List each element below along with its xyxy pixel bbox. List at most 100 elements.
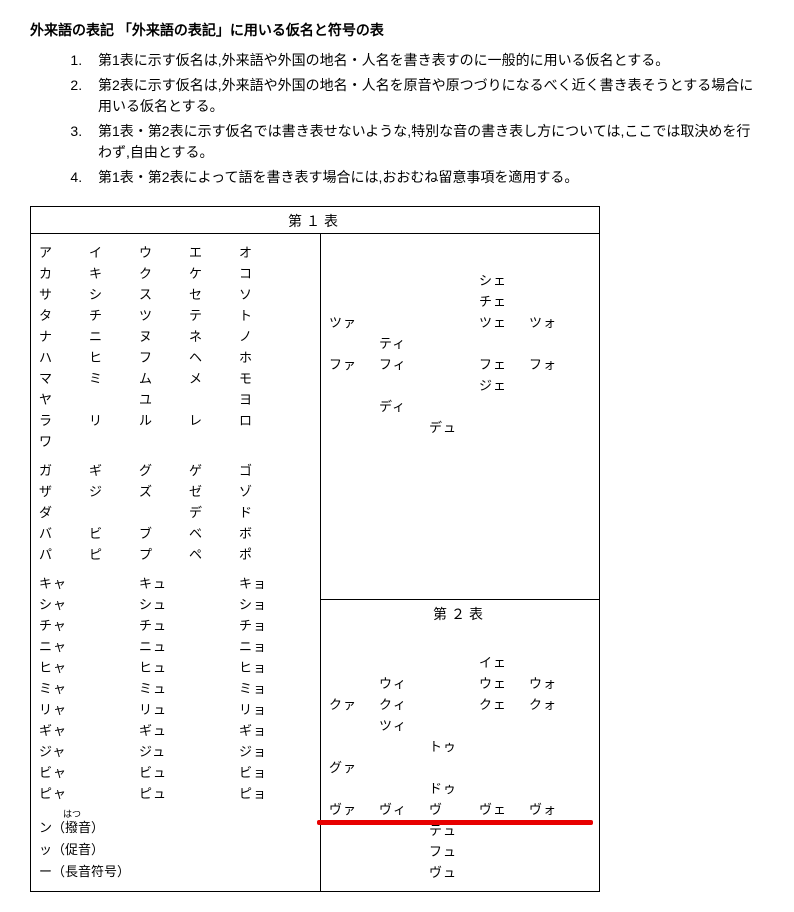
kana-cell: ロ: [239, 410, 283, 429]
kana-cell: [479, 736, 525, 755]
kana-cell: ビュ: [139, 762, 183, 781]
kana-cell: [479, 778, 525, 797]
kana-cell: [429, 694, 475, 713]
red-underline: [317, 820, 593, 825]
kana-cell: [189, 389, 233, 408]
kana-cell: [89, 657, 133, 676]
kana-cell: チェ: [479, 291, 525, 310]
kana-cell: ス: [139, 284, 183, 303]
kana-cell: [379, 312, 425, 331]
kana-cell: ズ: [139, 481, 183, 500]
kana-cell: [429, 652, 475, 671]
note-item: 第1表・第2表に示す仮名では書き表せないような,特別な音の書き表し方については,…: [86, 121, 764, 163]
notes-list: 第1表に示す仮名は,外来語や外国の地名・人名を書き表すのに一般的に用いる仮名とす…: [30, 50, 764, 188]
kana-cell: ピョ: [239, 783, 283, 802]
kana-cell: ザ: [39, 481, 83, 500]
kana-cell: クィ: [379, 694, 425, 713]
kana-cell: [379, 417, 425, 436]
kana-cell: ファ: [329, 354, 375, 373]
kana-cell: [529, 652, 575, 671]
kana-cell: パ: [39, 544, 83, 563]
kana-cell: [529, 757, 575, 776]
table2-section: 第２表 イェ ウィ ウェウォクァクィ クェクォ ツィ トゥ グァ ドゥ ヴァヴィ…: [321, 599, 599, 891]
kana-cell: [329, 270, 375, 289]
kana-cell: ジュ: [139, 741, 183, 760]
kana-cell: ギュ: [139, 720, 183, 739]
kana-cell: プ: [139, 544, 183, 563]
kana-cell: [329, 778, 375, 797]
kana-cell: [529, 417, 575, 436]
kana-cell: [89, 699, 133, 718]
kana-cell: ル: [139, 410, 183, 429]
kana-cell: ギャ: [39, 720, 83, 739]
kana-cell: [329, 417, 375, 436]
kana-cell: ボ: [239, 523, 283, 542]
t1extra-grid: シェ チェ ツァ ツェツォ ティ ファフィ フェフォ ジェ ディ デュ: [329, 270, 595, 436]
kana-cell: トゥ: [429, 736, 475, 755]
kana-cell: [139, 502, 183, 521]
kana-cell: [189, 573, 233, 592]
kana-cell: ク: [139, 263, 183, 282]
note-item: 第2表に示す仮名は,外来語や外国の地名・人名を原音や原つづりになるべく近く書き表…: [86, 75, 764, 117]
kana-cell: ヤ: [39, 389, 83, 408]
kana-cell: ヴェ: [479, 799, 525, 818]
kana-cell: [89, 502, 133, 521]
kana-cell: キャ: [39, 573, 83, 592]
kana-cell: ヴァ: [329, 799, 375, 818]
kana-cell: フィ: [379, 354, 425, 373]
kana-cell: [529, 291, 575, 310]
kana-cell: マ: [39, 368, 83, 387]
kana-cell: ナ: [39, 326, 83, 345]
kana-cell: チュ: [139, 615, 183, 634]
kana-cell: [89, 636, 133, 655]
kana-cell: シェ: [479, 270, 525, 289]
kana-cell: ピュ: [139, 783, 183, 802]
kana-cell: ツァ: [329, 312, 375, 331]
kana-cell: ダ: [39, 502, 83, 521]
kana-cell: チョ: [239, 615, 283, 634]
yoon-grid: キャ キュ キョシャ シュ ショチャ チュ チョニャ ニュ ニョヒャ ヒュ ヒョ…: [39, 573, 320, 802]
kana-cell: ラ: [39, 410, 83, 429]
kana-cell: リ: [89, 410, 133, 429]
kana-cell: ホ: [239, 347, 283, 366]
kana-cell: [89, 720, 133, 739]
kana-cell: [329, 715, 375, 734]
kana-cell: [479, 841, 525, 860]
table1-header: 第１表: [31, 207, 599, 233]
kana-cell: ツィ: [379, 715, 425, 734]
kana-cell: モ: [239, 368, 283, 387]
kana-cell: イェ: [479, 652, 525, 671]
kana-cell: [329, 375, 375, 394]
kana-cell: ウィ: [379, 673, 425, 692]
kana-cell: ヒョ: [239, 657, 283, 676]
kana-cell: リョ: [239, 699, 283, 718]
kana-cell: ミョ: [239, 678, 283, 697]
kana-cell: ポ: [239, 544, 283, 563]
kana-cell: メ: [189, 368, 233, 387]
kana-cell: ピャ: [39, 783, 83, 802]
kana-cell: ノ: [239, 326, 283, 345]
kana-cell: [189, 636, 233, 655]
kana-cell: デ: [189, 502, 233, 521]
kana-cell: [189, 431, 233, 450]
kana-cell: キュ: [139, 573, 183, 592]
kana-cell: [479, 757, 525, 776]
kana-cell: ヴ: [429, 799, 475, 818]
kana-cell: [379, 291, 425, 310]
kana-cell: ペ: [189, 544, 233, 563]
kana-cell: [429, 354, 475, 373]
kana-cell: ヴォ: [529, 799, 575, 818]
kana-cell: [89, 615, 133, 634]
kana-cell: ド: [239, 502, 283, 521]
extra-line: ー（長音符号）: [39, 861, 320, 883]
kana-cell: [429, 312, 475, 331]
kana-cell: [529, 736, 575, 755]
kana-cell: ゲ: [189, 460, 233, 479]
note-item: 第1表に示す仮名は,外来語や外国の地名・人名を書き表すのに一般的に用いる仮名とす…: [86, 50, 764, 71]
kana-cell: [379, 778, 425, 797]
kana-cell: [189, 615, 233, 634]
kana-cell: ガ: [39, 460, 83, 479]
kana-cell: グ: [139, 460, 183, 479]
dakuon-grid: ガギグゲゴザジズゼゾダ デドバビブベボパピプペポ: [39, 460, 320, 563]
kana-cell: セ: [189, 284, 233, 303]
